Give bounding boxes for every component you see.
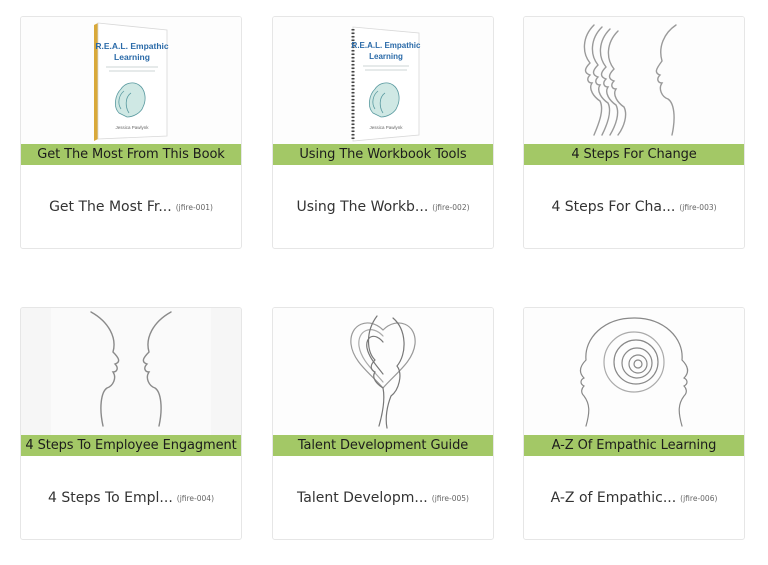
- card-banner-title[interactable]: 4 Steps To Employee Engagment: [21, 435, 241, 456]
- card-caption[interactable]: 4 Steps For Cha... (jfire-003): [524, 165, 744, 248]
- card-caption[interactable]: Talent Developm... (jfire-005): [273, 456, 493, 539]
- card-caption[interactable]: Get The Most Fr... (jfire-001): [21, 165, 241, 248]
- product-card-4[interactable]: 4 Steps To Employee Engagment 4 Steps To…: [20, 307, 242, 540]
- book-title-line1: R.E.A.L. Empathic: [95, 41, 168, 51]
- book-author: Jessica Pawlynk: [115, 125, 149, 130]
- book-author: Jessica Pawlynk: [369, 125, 403, 130]
- book-title-line2: Learning: [114, 52, 150, 62]
- product-name: 4 Steps To Empl...: [48, 489, 173, 506]
- book-title-line2: Learning: [369, 52, 403, 61]
- product-card-6[interactable]: A-Z Of Empathic Learning A-Z of Empathic…: [523, 307, 745, 540]
- spiral-book-icon: R.E.A.L. Empathic Learning Jessica Pawly…: [351, 26, 421, 142]
- product-code: (jfire-003): [679, 203, 717, 212]
- product-card-3[interactable]: 4 Steps For Change 4 Steps For Cha... (j…: [523, 16, 745, 249]
- card-caption[interactable]: 4 Steps To Empl... (jfire-004): [21, 456, 241, 539]
- heart-profiles-image[interactable]: [273, 308, 493, 435]
- book-title-line1: R.E.A.L. Empathic: [352, 41, 421, 50]
- product-name: 4 Steps For Cha...: [551, 198, 676, 215]
- card-banner-title[interactable]: Using The Workbook Tools: [273, 144, 493, 165]
- product-code: (jfire-005): [431, 494, 469, 503]
- card-banner-title[interactable]: A-Z Of Empathic Learning: [524, 435, 744, 456]
- face-profiles-icon: [51, 308, 211, 435]
- product-card-5[interactable]: Talent Development Guide Talent Developm…: [272, 307, 494, 540]
- card-caption[interactable]: A-Z of Empathic... (jfire-006): [524, 456, 744, 539]
- card-banner-title[interactable]: Talent Development Guide: [273, 435, 493, 456]
- product-card-2[interactable]: R.E.A.L. Empathic Learning Jessica Pawly…: [272, 16, 494, 249]
- product-code: (jfire-002): [432, 203, 470, 212]
- workbook-cover-image[interactable]: R.E.A.L. Empathic Learning Jessica Pawly…: [21, 17, 241, 144]
- product-name: Using The Workb...: [296, 198, 429, 215]
- card-banner-title[interactable]: 4 Steps For Change: [524, 144, 744, 165]
- product-code: (jfire-004): [176, 494, 214, 503]
- head-rings-icon: [579, 317, 689, 427]
- spiral-workbook-cover-image[interactable]: R.E.A.L. Empathic Learning Jessica Pawly…: [273, 17, 493, 144]
- product-name: Talent Developm...: [297, 489, 428, 506]
- heart-face-icon: [350, 315, 416, 429]
- product-name: Get The Most Fr...: [49, 198, 172, 215]
- head-with-rings-image[interactable]: [524, 308, 744, 435]
- product-name: A-Z of Empathic...: [550, 489, 677, 506]
- book-icon: R.E.A.L. Empathic Learning Jessica Pawly…: [94, 22, 169, 141]
- card-banner-title[interactable]: Get The Most From This Book: [21, 144, 241, 165]
- product-card-1[interactable]: R.E.A.L. Empathic Learning Jessica Pawly…: [20, 16, 242, 249]
- card-caption[interactable]: Using The Workb... (jfire-002): [273, 165, 493, 248]
- layered-profiles-image[interactable]: [524, 17, 744, 144]
- facing-profiles-image[interactable]: [21, 308, 241, 435]
- product-code: (jfire-001): [175, 203, 213, 212]
- face-profiles-icon: [583, 24, 677, 136]
- product-code: (jfire-006): [680, 494, 718, 503]
